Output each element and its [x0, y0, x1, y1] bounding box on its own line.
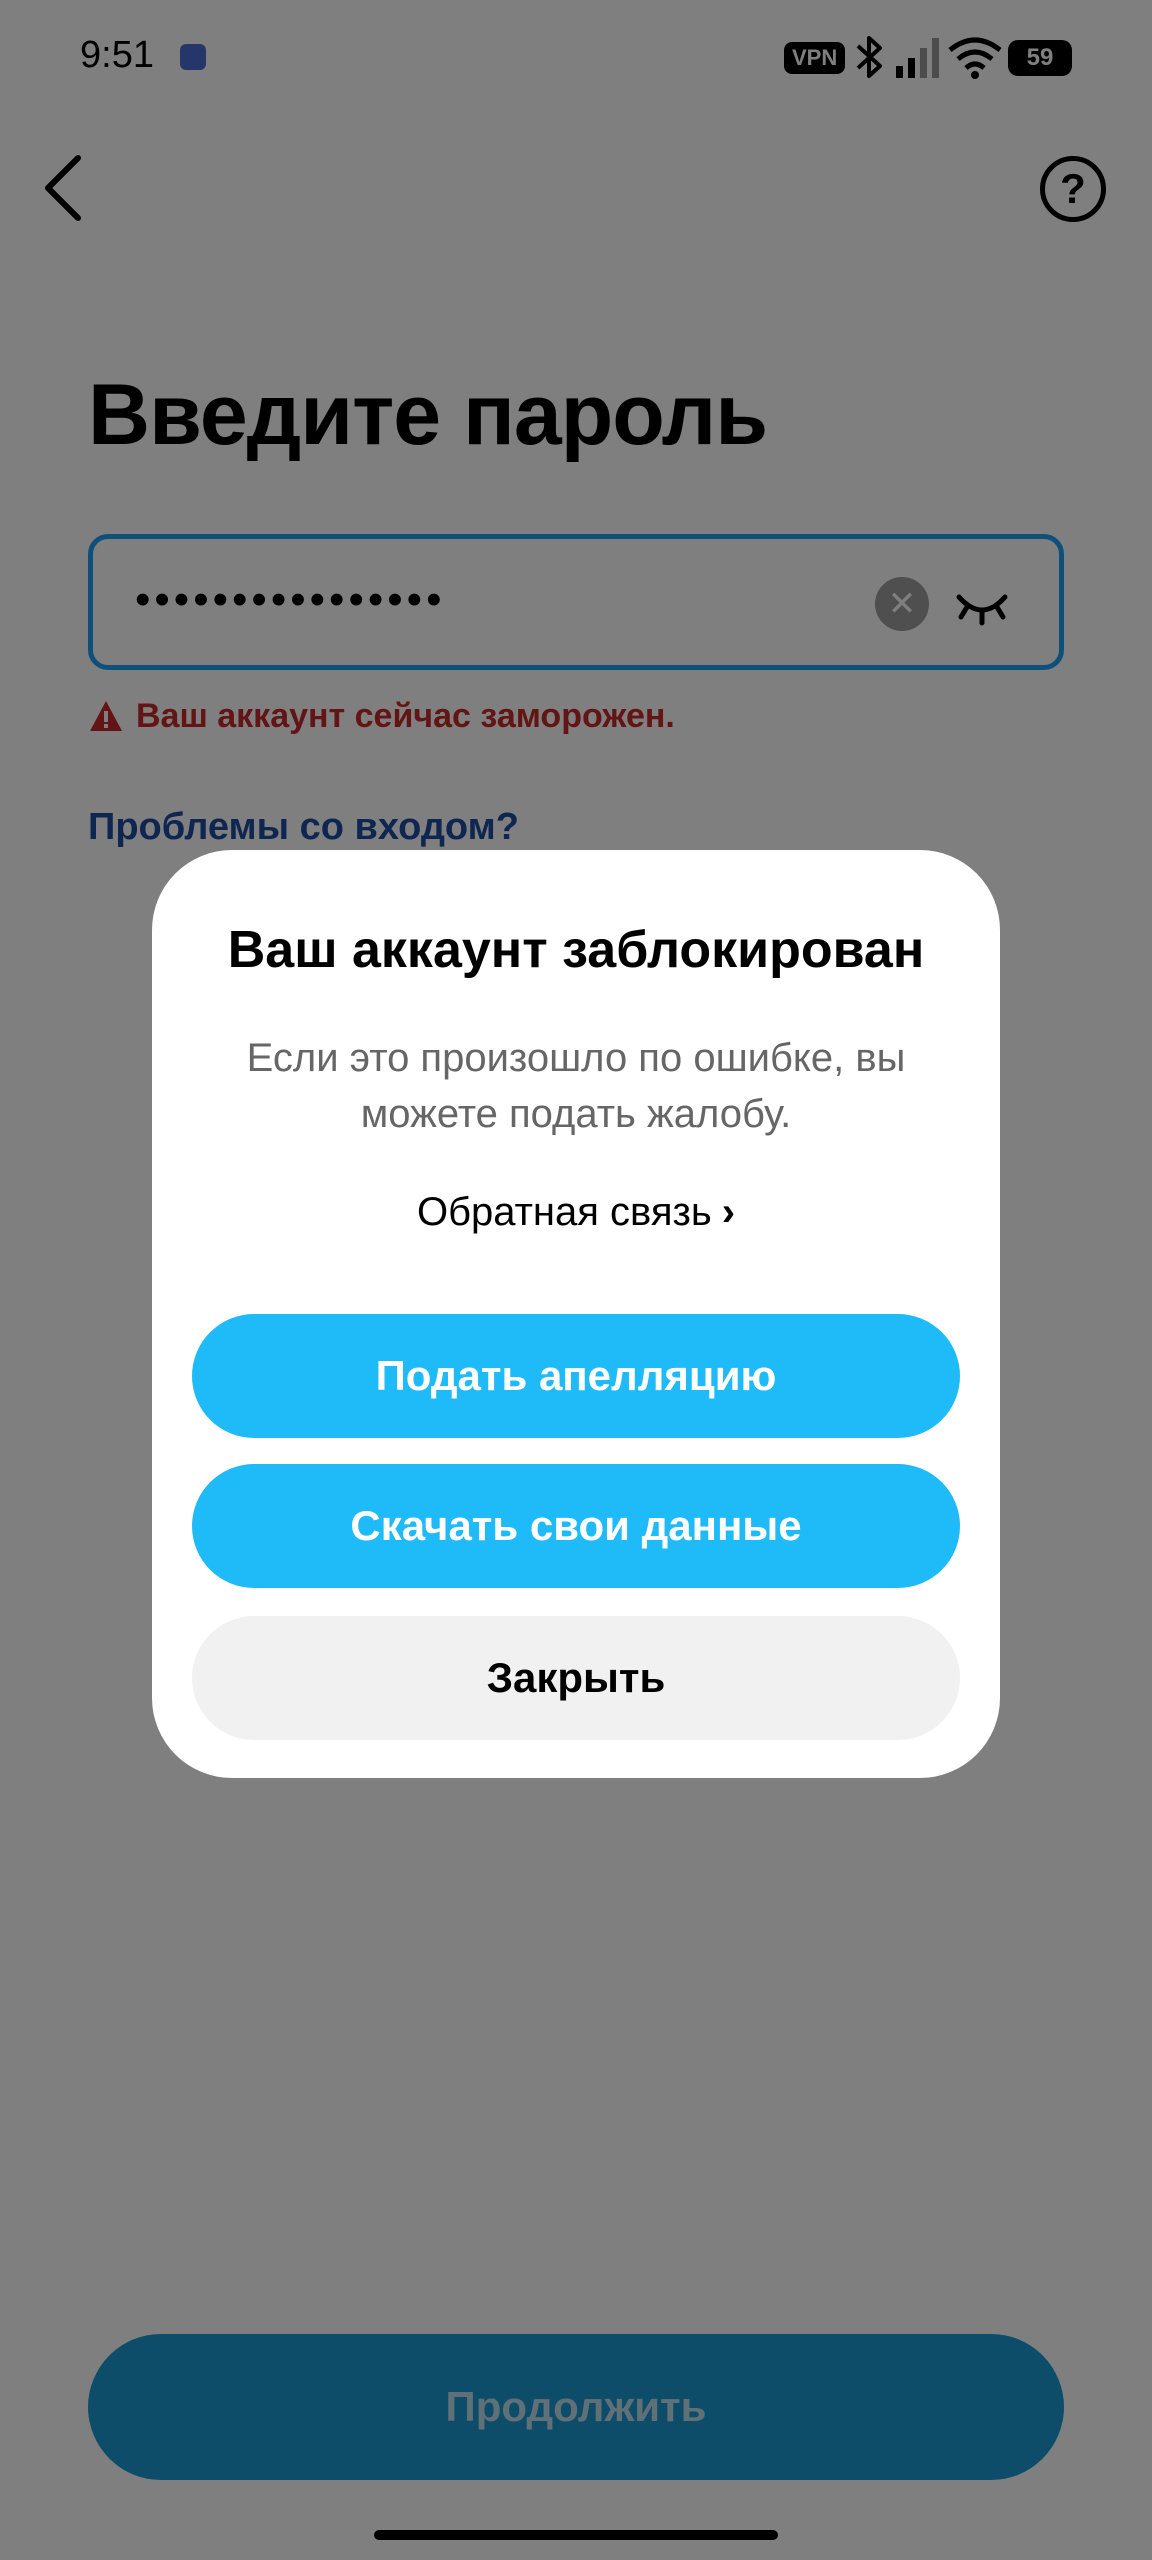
- dialog-message: Если это произошло по ошибке, вы можете …: [246, 1036, 906, 1136]
- feedback-label: Обратная связь: [416, 1190, 712, 1234]
- close-button[interactable]: Закрыть: [192, 1616, 960, 1740]
- chevron-right-icon: ›: [721, 1190, 736, 1234]
- account-locked-dialog: Ваш аккаунт заблокирован Если это произо…: [152, 850, 1000, 1778]
- feedback-link[interactable]: Обратная связь ›: [152, 1190, 1000, 1235]
- download-data-button[interactable]: Скачать свои данные: [192, 1464, 960, 1588]
- dialog-title: Ваш аккаунт заблокирован: [227, 921, 925, 979]
- appeal-button[interactable]: Подать апелляцию: [192, 1314, 960, 1438]
